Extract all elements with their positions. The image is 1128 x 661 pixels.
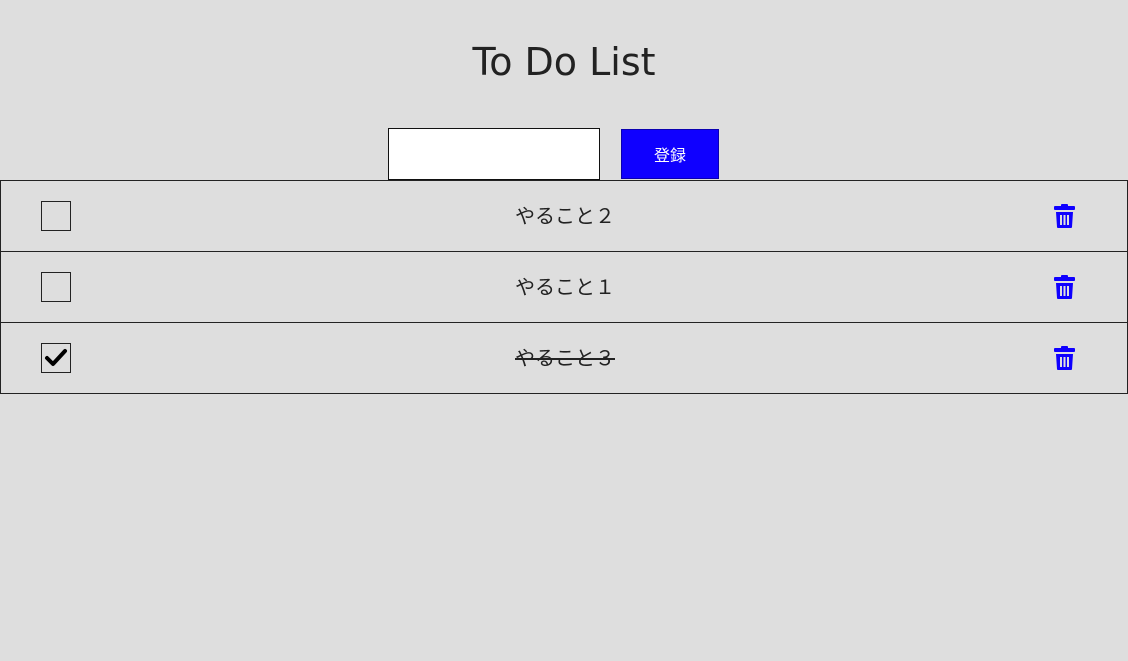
todo-input[interactable] <box>388 128 600 180</box>
todo-list: やること２ やること１ やること３ <box>0 180 1128 394</box>
todo-text: やること３ <box>515 346 615 370</box>
checkmark-icon <box>45 349 67 366</box>
page-title: To Do List <box>472 40 656 84</box>
todo-text: やること２ <box>515 204 615 228</box>
todo-text: やること１ <box>515 275 615 299</box>
trash-icon[interactable] <box>1054 204 1075 228</box>
todo-checkbox[interactable] <box>41 201 71 231</box>
add-button[interactable]: 登録 <box>621 129 719 179</box>
todo-checkbox[interactable] <box>41 343 71 373</box>
todo-item: やること１ <box>0 251 1128 323</box>
trash-icon[interactable] <box>1054 275 1075 299</box>
todo-checkbox[interactable] <box>41 272 71 302</box>
todo-app: To Do List 登録 やること２ やること１ やること３ <box>0 0 1128 661</box>
todo-item: やること３ <box>0 322 1128 394</box>
todo-item: やること２ <box>0 180 1128 252</box>
trash-icon[interactable] <box>1054 346 1075 370</box>
add-todo-form: 登録 <box>388 128 719 180</box>
